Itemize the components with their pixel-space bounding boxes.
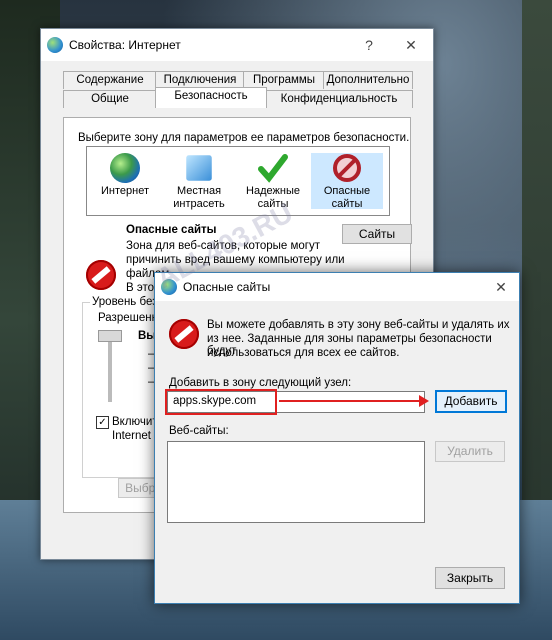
close-button[interactable]: ✕ <box>401 35 421 55</box>
zone-label: Надежные <box>246 185 300 197</box>
restricted-sites-dialog: Опасные сайты ✕ Вы можете добавлять в эт… <box>154 272 520 604</box>
zone-title: Опасные сайты <box>126 224 217 236</box>
zone-label: Местная <box>176 185 222 197</box>
zone-label: интрасеть <box>173 198 225 210</box>
internet-options-icon <box>47 37 63 53</box>
tab-advanced[interactable]: Дополнительно <box>323 71 413 89</box>
checkmark-icon <box>258 153 288 183</box>
annotation-arrow <box>279 395 429 407</box>
help-button[interactable]: ? <box>359 35 379 55</box>
highlight-box <box>165 389 277 415</box>
intranet-icon <box>186 155 212 181</box>
close-dialog-button[interactable]: Закрыть <box>435 567 505 589</box>
tab-content[interactable]: Содержание <box>63 71 157 89</box>
zones-prompt: Выберите зону для параметров ее параметр… <box>78 132 410 144</box>
window-title: Опасные сайты <box>183 280 271 294</box>
title-bar: Свойства: Интернет ? ✕ <box>41 29 433 61</box>
zone-label: Опасные <box>323 185 371 197</box>
remove-button[interactable]: Удалить <box>435 441 505 462</box>
add-button[interactable]: Добавить <box>435 390 507 413</box>
zone-local-intranet[interactable]: Местная интрасеть <box>163 153 235 211</box>
title-bar: Опасные сайты ✕ <box>155 273 519 301</box>
close-button[interactable]: ✕ <box>491 277 511 297</box>
zone-restricted-sites[interactable]: Опасные сайты <box>311 153 383 210</box>
zone-label: Интернет <box>101 185 149 197</box>
tab-security[interactable]: Безопасность <box>155 87 267 108</box>
websites-list[interactable] <box>167 441 425 523</box>
protected-mode-checkbox[interactable]: ✓ <box>96 416 109 429</box>
info-text-line: использоваться для всех ее сайтов. <box>207 347 400 359</box>
window-title: Свойства: Интернет <box>69 38 181 52</box>
zones-list: Интернет Местная интрасеть Надежные сайт… <box>86 146 390 216</box>
tab-privacy[interactable]: Конфиденциальность <box>265 90 413 108</box>
zone-label: сайты <box>331 198 363 210</box>
add-site-label: Добавить в зону следующий узел: <box>169 377 352 389</box>
zone-internet[interactable]: Интернет <box>89 153 161 198</box>
restricted-zone-icon <box>169 319 199 349</box>
websites-label: Веб-сайты: <box>169 425 229 437</box>
tab-general[interactable]: Общие <box>63 90 157 108</box>
tab-row-bottom: Общие Безопасность Конфиденциальность <box>63 87 413 108</box>
info-text-line: Вы можете добавлять в эту зону веб-сайты… <box>207 319 510 331</box>
sites-button[interactable]: Сайты <box>342 224 412 244</box>
security-slider-thumb[interactable] <box>98 330 122 342</box>
security-slider-track[interactable] <box>108 332 112 402</box>
restricted-zone-icon <box>86 260 116 290</box>
globe-icon <box>110 153 140 183</box>
restricted-icon <box>332 153 362 183</box>
